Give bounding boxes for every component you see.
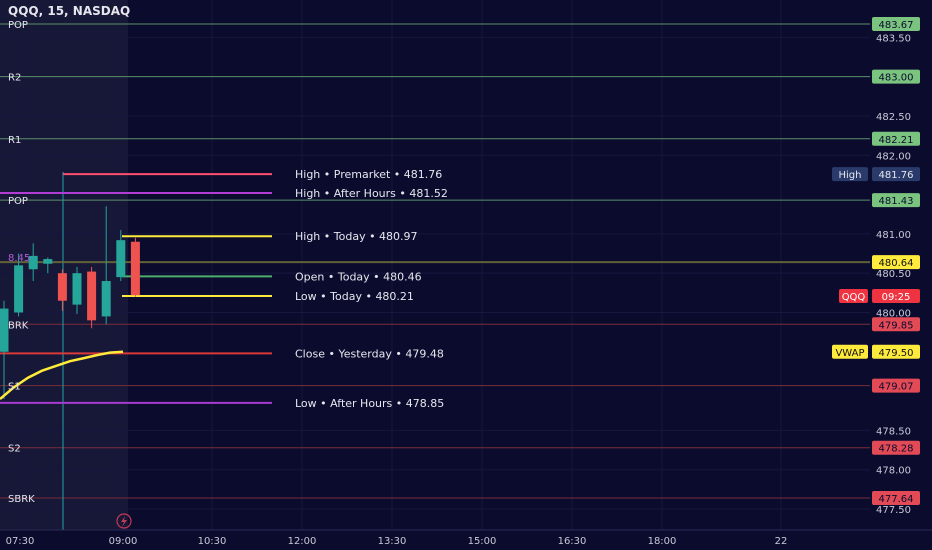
symbol-title: QQQ, 15, NASDAQ [8, 4, 130, 18]
candle-body [101, 281, 111, 317]
pivot-label: SBRK [8, 494, 35, 505]
price-tag-text: 480.64 [879, 258, 914, 269]
price-tag-text: 479.50 [879, 348, 914, 359]
pivot-label: R2 [8, 73, 21, 84]
candle-body [43, 259, 53, 264]
time-tick: 16:30 [558, 536, 587, 547]
time-tick: 18:00 [648, 536, 677, 547]
pivot-price-text: 479.85 [879, 320, 914, 331]
price-tick: 481.00 [876, 230, 911, 241]
pivot-label: S1 [8, 382, 21, 393]
price-tick: 482.50 [876, 112, 911, 123]
candle-body [57, 273, 67, 301]
time-tick: 10:30 [198, 536, 227, 547]
pivot-label: R1 [8, 135, 21, 146]
candle[interactable] [87, 266, 97, 329]
time-tick: 12:00 [288, 536, 317, 547]
price-tick: 482.00 [876, 151, 911, 162]
key-level-label: High • Today • 480.97 [295, 230, 418, 243]
key-level-label: Close • Yesterday • 479.48 [295, 347, 444, 360]
price-tick: 478.00 [876, 466, 911, 477]
chart-container[interactable]: High • Premarket • 481.76 High • After Ho… [0, 0, 932, 550]
price-tag-text: 09:25 [882, 292, 911, 303]
pivot-label: S2 [8, 444, 21, 455]
price-tag-text: 481.76 [879, 170, 914, 181]
price-tick: 480.50 [876, 269, 911, 280]
pivot-price-text: 483.00 [879, 73, 914, 84]
time-tick: 13:30 [378, 536, 407, 547]
candle-body [14, 265, 24, 313]
time-tick: 07:30 [6, 536, 35, 547]
key-level-label: High • Premarket • 481.76 [295, 168, 442, 181]
pivot-price-text: 479.07 [879, 382, 914, 393]
key-level-label: High • After Hours • 481.52 [295, 187, 448, 200]
pivot-label: BRK [8, 320, 29, 331]
candle-body [116, 240, 126, 278]
pivot-price-text: 477.64 [879, 494, 914, 505]
pivot-price-text: 481.43 [879, 196, 914, 207]
price-tag-label: High [839, 170, 862, 181]
time-tick: 15:00 [468, 536, 497, 547]
partial-indicator-label: 8.45 [8, 253, 30, 264]
pivot-label: POP [8, 196, 28, 207]
price-tag-label: QQQ [842, 292, 866, 303]
pivot-price-text: 478.28 [879, 444, 914, 455]
key-level-label: Low • Today • 480.21 [295, 290, 414, 303]
pivot-price-text: 482.21 [879, 135, 914, 146]
key-level-label: Open • Today • 480.46 [295, 270, 422, 283]
time-tick: 09:00 [109, 536, 138, 547]
price-tick: 483.50 [876, 33, 911, 44]
price-tick: 477.50 [876, 505, 911, 516]
key-level-label: Low • After Hours • 478.85 [295, 397, 444, 410]
candle-body [130, 241, 140, 296]
candle-body [87, 271, 97, 321]
price-tag-label: VWAP [835, 348, 864, 359]
time-tick: 22 [775, 536, 788, 547]
price-tick: 478.50 [876, 426, 911, 437]
pivot-label: POP [8, 20, 28, 31]
price-chart[interactable]: High • Premarket • 481.76 High • After Ho… [0, 0, 932, 550]
candle-body [72, 273, 82, 305]
candle[interactable] [130, 237, 140, 297]
pivot-price-text: 483.67 [879, 20, 914, 31]
